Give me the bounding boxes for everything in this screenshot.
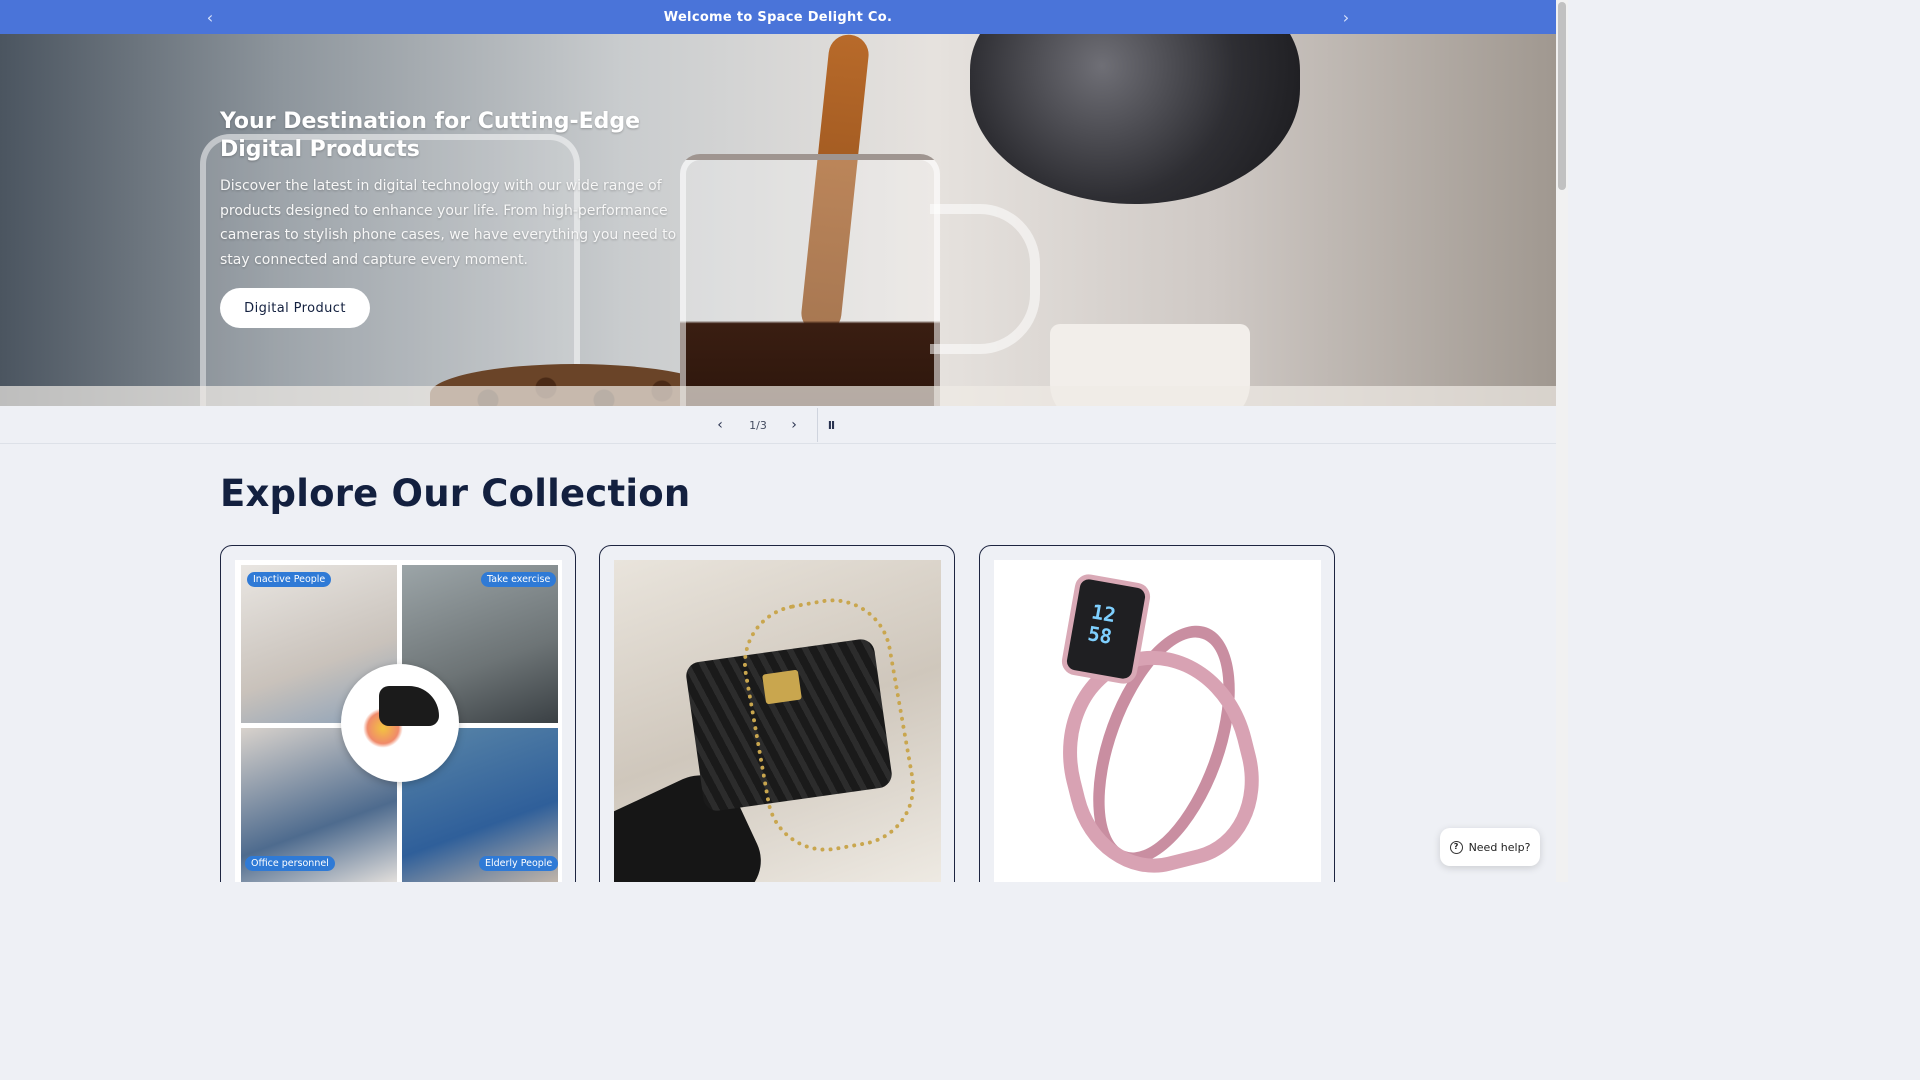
announcement-bar: ‹ Welcome to Space Delight Co. ›: [0, 0, 1556, 34]
collection-card[interactable]: [599, 545, 955, 882]
chevron-right-icon: ›: [1342, 7, 1350, 27]
slide-prev-button[interactable]: ‹: [708, 406, 732, 444]
scrollbar-thumb[interactable]: [1558, 2, 1566, 190]
announcement-next-button[interactable]: ›: [1334, 0, 1358, 34]
massager-device-image: [341, 664, 459, 782]
slide-pause-button[interactable]: II: [820, 406, 842, 444]
page-scrollbar[interactable]: [1556, 0, 1568, 882]
collection-card[interactable]: Inactive People Take exercise Office per…: [220, 545, 576, 882]
chevron-left-icon: ‹: [717, 417, 723, 433]
announcement-prev-button[interactable]: ‹: [198, 0, 222, 34]
hero-title: Your Destination for Cutting-Edge Digita…: [220, 109, 641, 162]
need-help-label: Need help?: [1468, 840, 1531, 854]
hero-banner: Your Destination for Cutting-Edge Digita…: [0, 34, 1556, 406]
hero-image-table: [0, 386, 1556, 406]
hero-description: Discover the latest in digital technolog…: [220, 178, 677, 268]
product-image-knee-massager: Inactive People Take exercise Office per…: [235, 560, 562, 882]
collection-heading: Explore Our Collection: [220, 472, 691, 515]
image-tag: Office personnel: [245, 856, 335, 871]
help-icon: ?: [1449, 840, 1463, 854]
slide-counter: 1/3: [749, 418, 767, 432]
announcement-message: Welcome to Space Delight Co.: [663, 9, 893, 25]
collection-card[interactable]: 12 58: [979, 545, 1335, 882]
image-tag: Take exercise: [481, 572, 557, 587]
hero-image-coffee-pot: [970, 34, 1300, 204]
slide-next-button[interactable]: ›: [782, 406, 806, 444]
hero-content: Your Destination for Cutting-Edge Digita…: [220, 108, 680, 272]
handbag-clasp: [762, 669, 802, 705]
product-image-watch-band: 12 58: [994, 560, 1321, 882]
chevron-right-icon: ›: [791, 417, 797, 433]
controls-divider: [817, 408, 818, 442]
pause-icon: II: [827, 418, 835, 432]
page: ‹ Welcome to Space Delight Co. › Your De…: [0, 0, 1568, 882]
handbag-chain: [733, 588, 925, 862]
image-tag: Elderly People: [479, 856, 559, 871]
digital-product-button[interactable]: Digital Product: [220, 288, 370, 328]
hero-image-mug-handle: [930, 204, 1040, 354]
slideshow-controls: ‹ 1/3 › II: [0, 406, 1556, 444]
product-image-handbag: [614, 560, 941, 882]
watch-time: 12 58: [1085, 599, 1118, 649]
hero-image-mug: [680, 154, 940, 406]
image-tag: Inactive People: [247, 572, 332, 587]
chevron-left-icon: ‹: [206, 7, 214, 27]
need-help-button[interactable]: ? Need help?: [1440, 828, 1540, 866]
